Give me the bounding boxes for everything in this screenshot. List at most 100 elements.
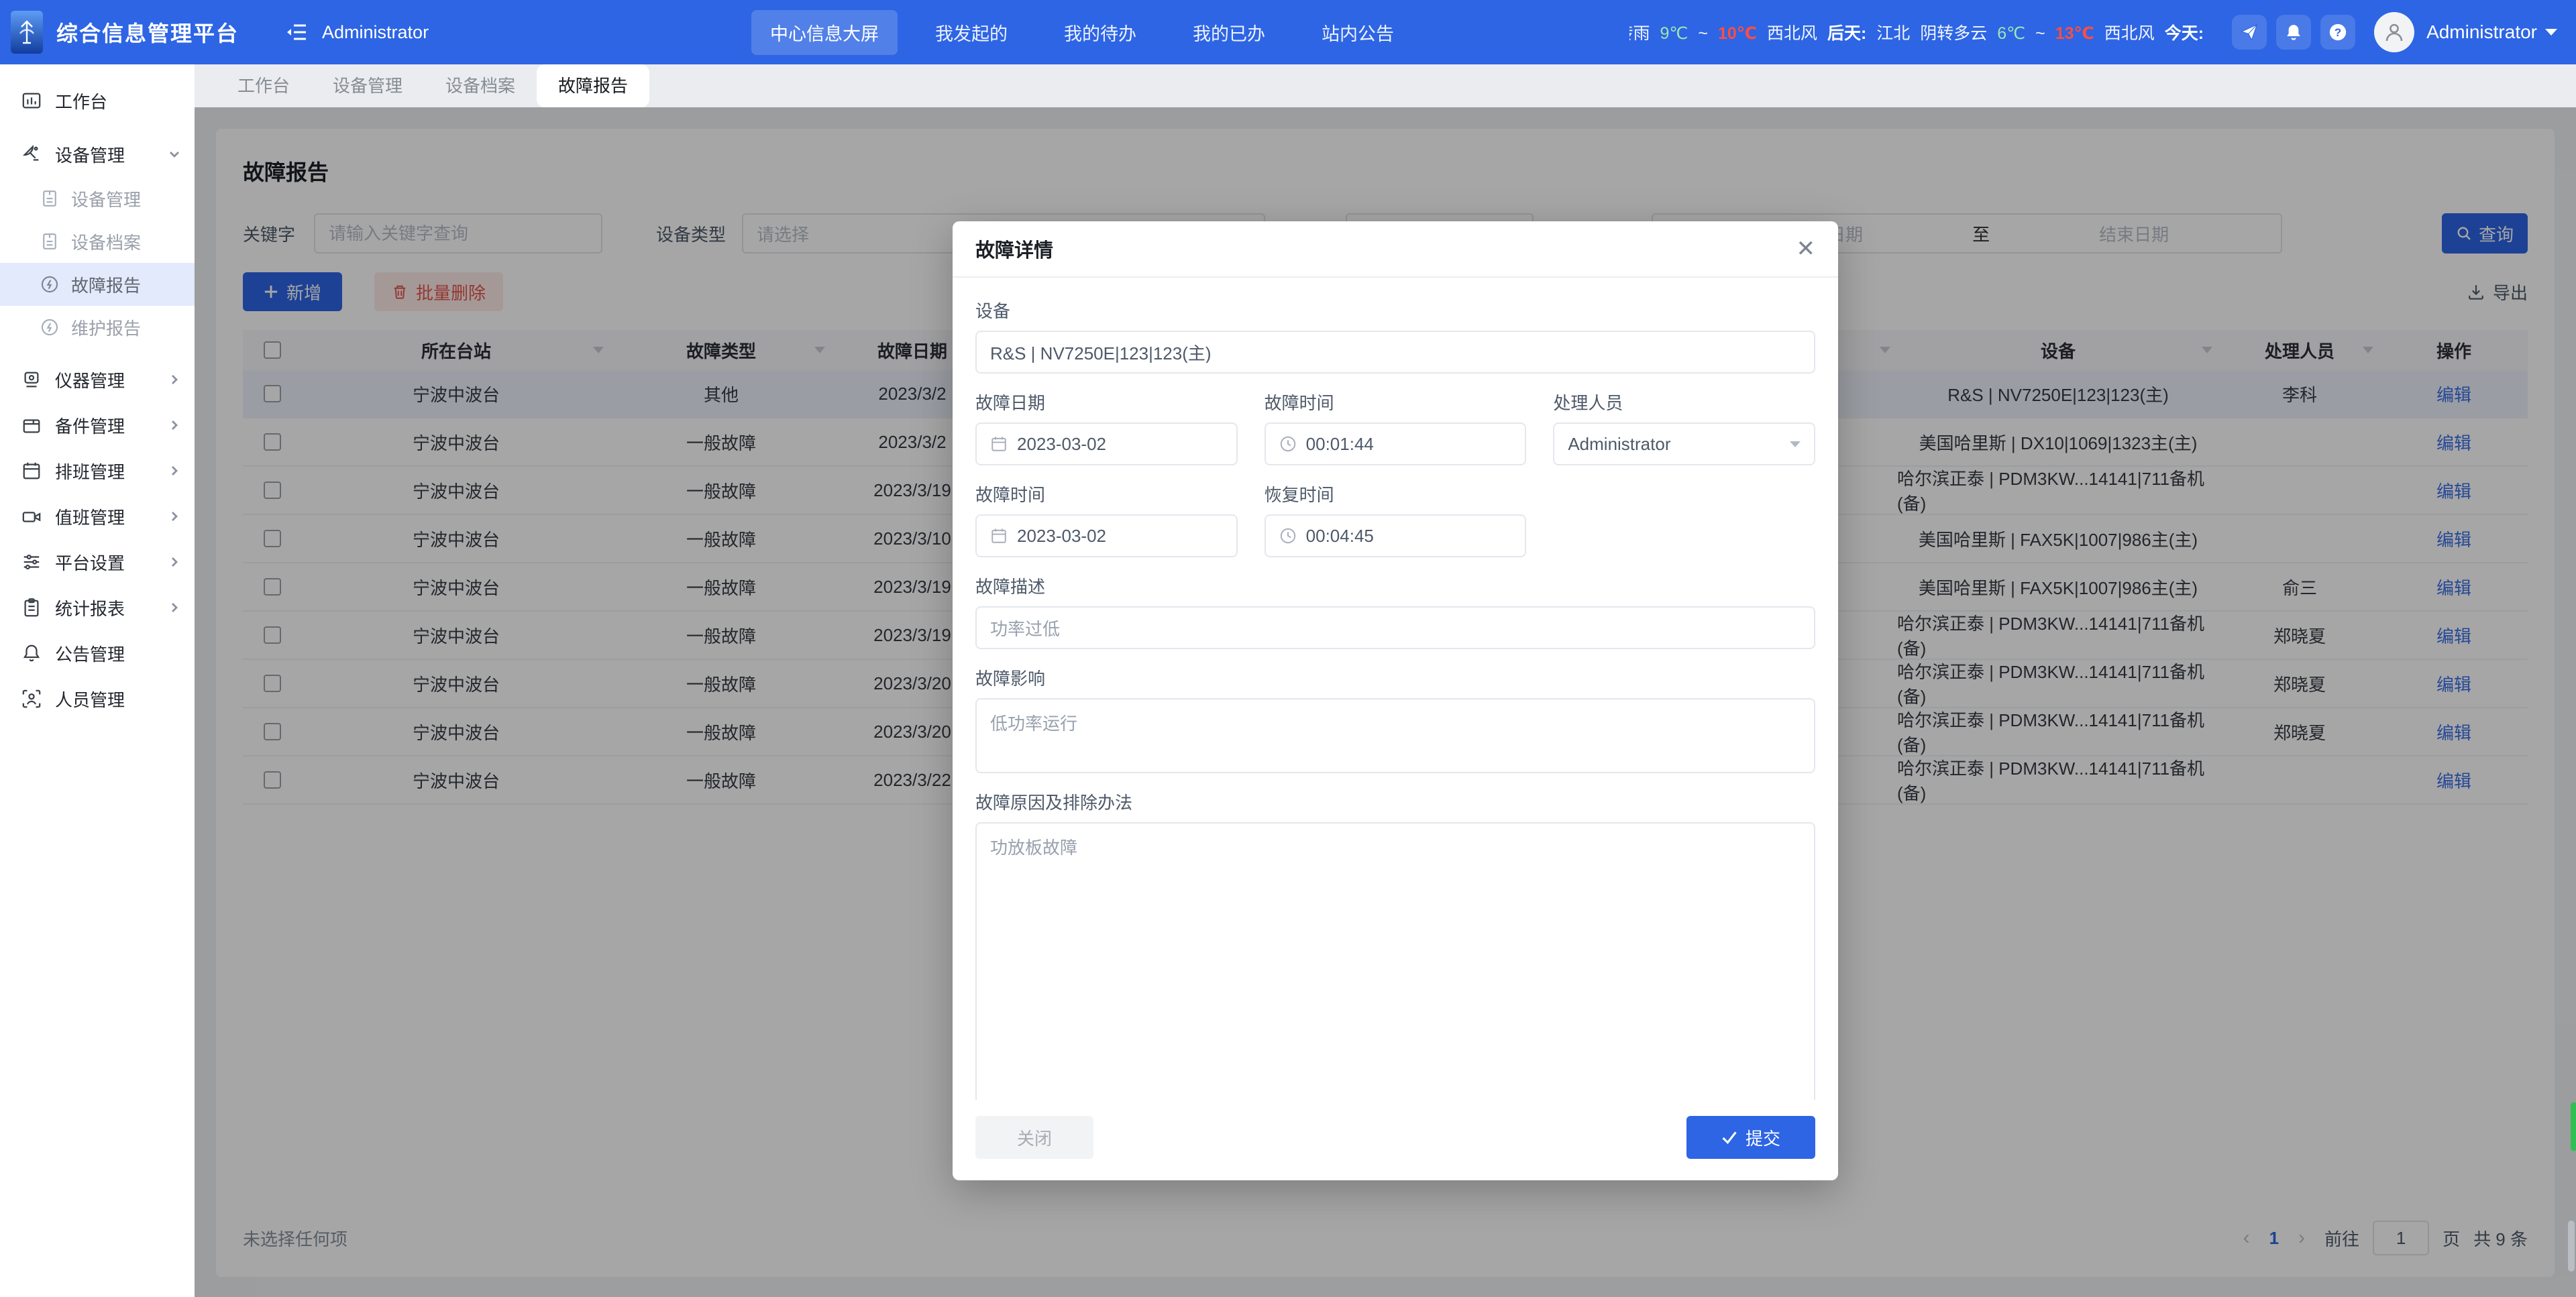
- user-icon: [2382, 20, 2406, 44]
- modal-body: 设备 故障日期 2023-03-02 故障时间 00:: [953, 278, 1838, 1100]
- user-menu[interactable]: Administrator: [2426, 21, 2537, 43]
- chevron-right-icon: [168, 555, 181, 569]
- check-icon: [1721, 1129, 1737, 1145]
- fault-date-picker[interactable]: 2023-03-02: [975, 422, 1238, 465]
- device-input-wrap: [975, 331, 1815, 374]
- chevron-right-icon: [168, 418, 181, 432]
- app-logo: [11, 11, 43, 54]
- desc-field-label: 故障描述: [975, 573, 1815, 598]
- nav-item-initiated[interactable]: 我发起的: [916, 10, 1026, 55]
- device-input[interactable]: [990, 342, 1801, 363]
- weather-after-wind: 西北风: [2104, 24, 2155, 43]
- sidebar-item-announcement-mgmt[interactable]: 公告管理: [0, 630, 195, 676]
- topbar-right: ~11 3级 明天: 江北 阴转雨 9℃ ~ 10℃ 西北风 后天: 江北 阴转…: [1629, 0, 2557, 64]
- sidebar-item-label: 维护报告: [71, 315, 141, 340]
- fault-time2-picker[interactable]: 2023-03-02: [975, 514, 1238, 557]
- satellite-dish-icon: [21, 144, 42, 164]
- recover-time-picker[interactable]: 00:04:45: [1265, 514, 1527, 557]
- sidebar-subitem-device-archive[interactable]: 设备档案: [0, 220, 195, 263]
- tab-device-archive[interactable]: 设备档案: [424, 64, 537, 107]
- calendar-icon: [990, 435, 1008, 453]
- tab-workbench[interactable]: 工作台: [216, 64, 311, 107]
- weather-ticker: ~11 3级 明天: 江北 阴转雨 9℃ ~ 10℃ 西北风 后天: 江北 阴转…: [1629, 0, 2209, 64]
- sidebar-item-statistics[interactable]: 统计报表: [0, 585, 195, 630]
- sidebar-item-label: 值班管理: [55, 504, 125, 529]
- fault-time2-value: 2023-03-02: [1017, 526, 1106, 547]
- chevron-down-icon: [1790, 441, 1801, 447]
- calendar-icon: [990, 527, 1008, 545]
- svg-text:?: ?: [2334, 26, 2341, 39]
- fault-date-field-label: 故障日期: [975, 390, 1238, 414]
- modal-footer: 关闭 提交: [953, 1100, 1838, 1180]
- handler-select[interactable]: Administrator: [1553, 422, 1815, 465]
- bell-icon: [21, 643, 42, 663]
- desc-input-wrap: [975, 606, 1815, 649]
- sidebar-item-label: 统计报表: [55, 596, 125, 620]
- nav-item-announcements[interactable]: 站内公告: [1303, 10, 1413, 55]
- chevron-right-icon: [168, 464, 181, 477]
- submit-button[interactable]: 提交: [1686, 1116, 1815, 1159]
- nav-item-big-screen[interactable]: 中心信息大屏: [751, 10, 898, 55]
- notifications-button[interactable]: [2276, 15, 2311, 50]
- modal-title: 故障详情: [975, 235, 1053, 263]
- document-icon: [40, 232, 59, 251]
- chevron-down-icon: [2545, 29, 2557, 36]
- cause-textarea[interactable]: 功放板故障: [975, 822, 1815, 1100]
- sidebar-item-scheduling-mgmt[interactable]: 排班管理: [0, 448, 195, 494]
- breadcrumb: Administrator: [322, 22, 429, 43]
- impact-textarea[interactable]: 低功率运行: [975, 698, 1815, 773]
- weather-tomorrow-low: 9℃: [1660, 24, 1688, 43]
- bell-icon: [2284, 23, 2303, 42]
- weather-today-label: 今天:: [2165, 24, 2204, 43]
- sidebar-item-personnel-mgmt[interactable]: 人员管理: [0, 676, 195, 722]
- handler-field-label: 处理人员: [1553, 390, 1815, 414]
- sidebar-item-duty-mgmt[interactable]: 值班管理: [0, 494, 195, 539]
- sidebar-item-device-mgmt[interactable]: 设备管理: [0, 131, 195, 177]
- sidebar-subitem-maintenance-report[interactable]: 维护报告: [0, 306, 195, 349]
- recover-time-field-label: 恢复时间: [1265, 482, 1527, 506]
- sidebar-item-instrument-mgmt[interactable]: 仪器管理: [0, 357, 195, 402]
- weather-after-label: 后天:: [1827, 24, 1866, 43]
- sidebar-item-spareparts-mgmt[interactable]: 备件管理: [0, 402, 195, 448]
- cause-field-label: 故障原因及排除办法: [975, 789, 1815, 814]
- sidebar-item-platform-settings[interactable]: 平台设置: [0, 539, 195, 585]
- nav-item-done[interactable]: 我的已办: [1174, 10, 1284, 55]
- help-button[interactable]: ?: [2320, 15, 2355, 50]
- close-icon[interactable]: ✕: [1796, 237, 1816, 260]
- sidebar-item-label: 人员管理: [55, 687, 125, 712]
- fault-time-field-label: 故障时间: [1265, 390, 1527, 414]
- avatar[interactable]: [2374, 12, 2414, 52]
- document-icon: [40, 189, 59, 208]
- fault-date-value: 2023-03-02: [1017, 434, 1106, 455]
- paper-plane-icon: [2240, 23, 2259, 42]
- recover-time-value: 00:04:45: [1306, 526, 1374, 547]
- tab-fault-report[interactable]: 故障报告: [537, 64, 649, 107]
- weather-after-city: 江北: [1876, 24, 1910, 43]
- sidebar-item-label: 仪器管理: [55, 368, 125, 392]
- sidebar-subitem-device-mgmt[interactable]: 设备管理: [0, 177, 195, 220]
- sidebar-item-workbench[interactable]: 工作台: [0, 78, 195, 123]
- modal-header: 故障详情 ✕: [953, 221, 1838, 278]
- weather-sep2: ~: [2035, 24, 2045, 43]
- weather-after-low: 6℃: [1997, 24, 2025, 43]
- tab-device-mgmt[interactable]: 设备管理: [311, 64, 424, 107]
- clock-icon: [1279, 435, 1297, 453]
- close-button[interactable]: 关闭: [975, 1116, 1093, 1159]
- tabstrip: 工作台 设备管理 设备档案 故障报告: [195, 64, 2576, 107]
- sidebar-collapse-icon[interactable]: [282, 17, 311, 47]
- question-icon: ?: [2328, 22, 2348, 42]
- fault-time-picker[interactable]: 00:01:44: [1265, 422, 1527, 465]
- sidebar-item-label: 备件管理: [55, 413, 125, 438]
- nav-item-todo[interactable]: 我的待办: [1045, 10, 1155, 55]
- instrument-icon: [21, 370, 42, 390]
- impact-field-label: 故障影响: [975, 665, 1815, 690]
- clipboard-icon: [21, 598, 42, 618]
- topbar-nav: 中心信息大屏 我发起的 我的待办 我的已办 站内公告: [751, 0, 1413, 64]
- app-title: 综合信息管理平台: [56, 17, 239, 48]
- person-badge-icon: [21, 689, 42, 709]
- scrollbar-thumb[interactable]: [2568, 1221, 2575, 1272]
- desc-input[interactable]: [990, 618, 1801, 638]
- send-button[interactable]: [2232, 15, 2267, 50]
- antenna-icon: [16, 16, 38, 48]
- sidebar-subitem-fault-report[interactable]: 故障报告: [0, 263, 195, 306]
